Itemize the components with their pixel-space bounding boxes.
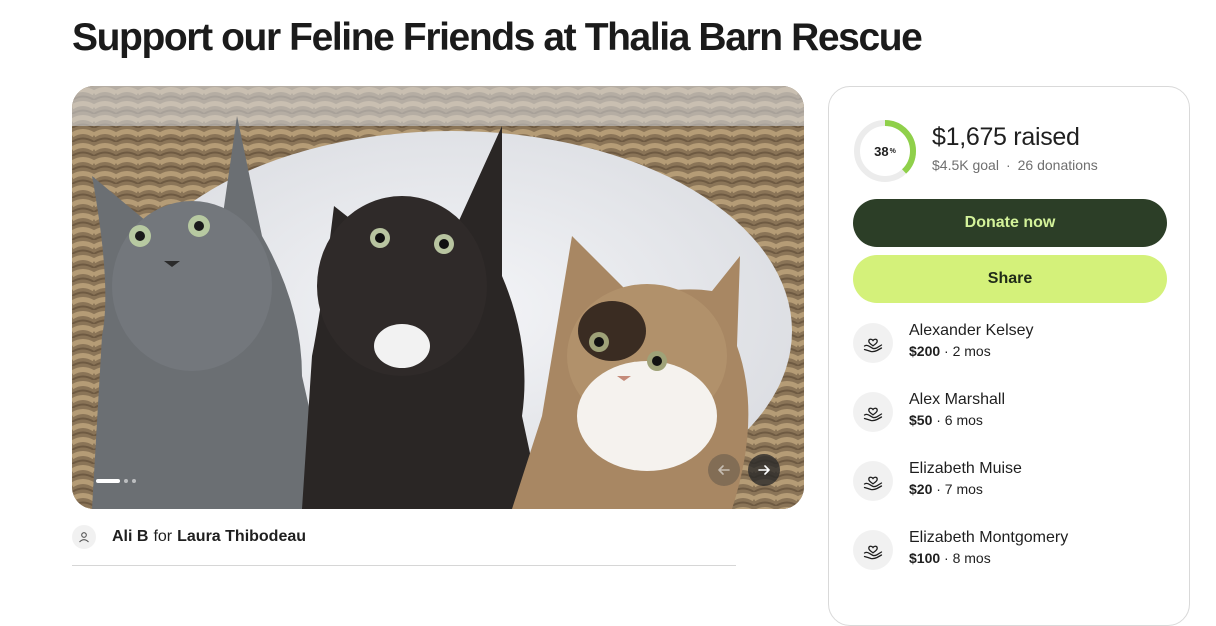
donation-hand-heart-icon [853, 530, 893, 570]
page-title: Support our Feline Friends at Thalia Bar… [72, 16, 923, 59]
donation-card: 38% $1,675 raised $4.5K goal · 26 donation… [828, 86, 1190, 626]
donor-name: Alex Marshall [909, 391, 1006, 408]
arrow-right-icon [758, 465, 770, 475]
donor-meta: $20 · 7 mos [909, 481, 983, 497]
donor-meta: $100 · 8 mos [909, 550, 991, 566]
donor-name: Elizabeth Montgomery [909, 529, 1069, 546]
organizer-connector: for [153, 528, 173, 545]
goal-summary: $4.5K goal · 26 donations [932, 157, 1098, 173]
goal-amount: $4.5K goal [932, 157, 999, 173]
next-image-button[interactable] [748, 454, 780, 486]
donation-count[interactable]: 26 donations [1018, 157, 1098, 173]
donation-hand-heart-icon [853, 461, 893, 501]
progress-percent: 38% [874, 143, 896, 159]
donor-meta: $200 · 2 mos [909, 343, 991, 359]
section-divider [72, 565, 736, 566]
donor-name: Alexander Kelsey [909, 322, 1034, 339]
donor-item: Elizabeth Muise $20 · 7 mos [853, 459, 1022, 501]
donate-now-button[interactable]: Donate now [853, 199, 1167, 247]
donor-meta: $50 · 6 mos [909, 412, 983, 428]
slide-dot-active[interactable] [96, 479, 120, 483]
user-icon [72, 525, 96, 549]
donation-hand-heart-icon [853, 323, 893, 363]
slide-dot[interactable] [124, 479, 128, 483]
share-button[interactable]: Share [853, 255, 1167, 303]
slide-indicator [96, 479, 136, 483]
slide-dot[interactable] [132, 479, 136, 483]
goal-separator: · [1005, 157, 1011, 173]
donor-item: Alexander Kelsey $200 · 2 mos [853, 321, 1034, 363]
donor-item: Elizabeth Montgomery $100 · 8 mos [853, 528, 1068, 570]
kittens-photo [72, 86, 804, 509]
arrow-left-icon [718, 465, 730, 475]
hero-image[interactable] [72, 86, 804, 509]
amount-raised: $1,675 raised [932, 123, 1080, 151]
donor-item: Alex Marshall $50 · 6 mos [853, 390, 1005, 432]
organizer-line: Ali B for Laura Thibodeau [72, 525, 306, 549]
previous-image-button[interactable] [708, 454, 740, 486]
donation-hand-heart-icon [853, 392, 893, 432]
organizer-name[interactable]: Ali B [112, 528, 148, 546]
beneficiary-name[interactable]: Laura Thibodeau [177, 528, 306, 546]
donor-name: Elizabeth Muise [909, 460, 1022, 477]
progress-ring: 38% [853, 119, 917, 183]
